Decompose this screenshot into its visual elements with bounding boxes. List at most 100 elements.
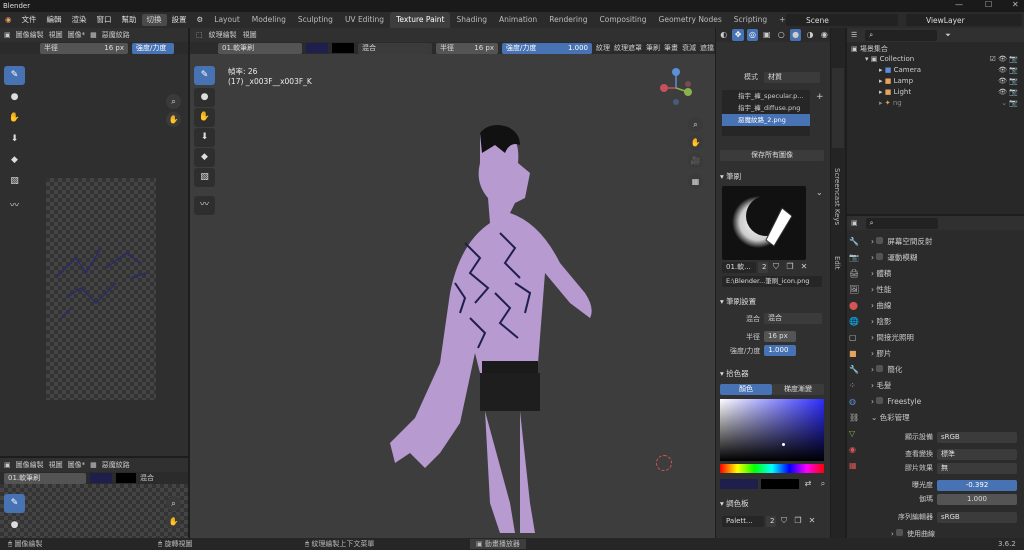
render-tab-icon[interactable]: 📷 — [849, 250, 863, 266]
brush-name-field[interactable]: 01.軟... — [722, 261, 756, 273]
tab-animation[interactable]: Animation — [493, 12, 543, 28]
tab-scripting[interactable]: Scripting — [728, 12, 773, 28]
bottom-image-menu[interactable]: 圖像* — [68, 460, 86, 470]
close-button[interactable]: ✕ — [1012, 0, 1019, 9]
fill-tool[interactable]: ◆ — [4, 151, 25, 170]
menu-texture-mask[interactable]: 紋理遮罩 — [614, 43, 642, 53]
brush-users-count[interactable]: 2 — [758, 261, 768, 273]
menu-file[interactable]: 文件 — [17, 12, 42, 28]
image-canvas[interactable]: ✎ ● ✋ ⬇ ◆ ▧ 〰 ⌕ ✋ — [0, 54, 188, 456]
brush-browse-icon[interactable]: ⌄ — [816, 188, 823, 197]
primary-color-swatch[interactable] — [306, 43, 328, 53]
bottom-image-name[interactable]: 惡魔紋路 — [102, 460, 130, 470]
tab-compositing[interactable]: Compositing — [594, 12, 653, 28]
duplicate-icon[interactable]: ❐ — [792, 515, 804, 527]
tab-tool[interactable] — [832, 68, 844, 148]
bottom-view-menu[interactable]: 視圖 — [49, 460, 63, 470]
menu-brush[interactable]: 筆刷 — [646, 43, 660, 53]
palette-section-header[interactable]: ▾ 調色板 — [720, 498, 749, 509]
soften-tool[interactable]: ● — [4, 516, 25, 535]
strength-field[interactable]: 強度/力度 1.000 — [502, 42, 592, 54]
outliner-search-input[interactable]: ⌕ — [865, 29, 938, 41]
scene-selector[interactable]: Scene — [786, 14, 898, 26]
editor-type-icon[interactable]: ▣ — [4, 461, 11, 469]
tool-tab-icon[interactable]: 🔧 — [849, 234, 863, 250]
zoom-icon[interactable]: ⌕ — [166, 496, 181, 511]
outliner-row[interactable]: ▸ ✦ ng ⌄ 📷 — [851, 99, 1024, 110]
section-hair[interactable]: › 毛髮 — [871, 378, 1021, 394]
shading-material-icon[interactable]: ◑ — [804, 29, 815, 41]
object-tab-icon[interactable]: ■ — [849, 346, 863, 362]
menu-edit[interactable]: 編輯 — [42, 12, 67, 28]
fake-user-icon[interactable]: ⛉ — [770, 261, 782, 273]
soften-tool[interactable]: ● — [4, 88, 25, 107]
add-slot-icon[interactable]: + — [816, 92, 824, 102]
language-toggle-button[interactable]: 切換 — [141, 14, 167, 26]
view-layer-tab-icon[interactable]: 🖼 — [849, 282, 863, 298]
scene-tab-icon[interactable]: ⬤ — [849, 298, 863, 314]
zoom-icon[interactable]: ⌕ — [166, 94, 181, 109]
swap-colors-icon[interactable]: ⇄ — [802, 478, 814, 490]
bottom-brush-field[interactable]: 01.軟筆刷 — [4, 472, 86, 484]
bottom-secondary-swatch[interactable] — [116, 473, 136, 483]
color-cursor[interactable] — [782, 443, 785, 446]
image-menu[interactable]: 圖像* — [68, 30, 86, 40]
editor-type-icon[interactable]: ☰ — [851, 31, 857, 39]
brush-preview[interactable] — [722, 186, 806, 260]
brush-icon-path[interactable]: E:\Blender...筆刷_icon.png — [722, 276, 822, 287]
menu-window[interactable]: 窗口 — [92, 12, 117, 28]
maximize-button[interactable]: ☐ — [985, 0, 992, 9]
outliner-row[interactable]: ▸ ■ Light 👁 📷 — [851, 88, 1024, 99]
blend-select[interactable]: 混合 — [764, 313, 822, 324]
scene-collection-row[interactable]: ▣ 場景集合 — [851, 44, 1024, 55]
primary-color-swatch[interactable] — [720, 479, 758, 489]
status-animation-player[interactable]: ▣ 動畫播放器 — [470, 539, 526, 549]
shading-rendered-icon[interactable]: ◉ — [819, 29, 830, 41]
pan-hand-icon[interactable]: ✋ — [688, 135, 703, 150]
tab-shading[interactable]: Shading — [450, 12, 492, 28]
image-browse-icon[interactable]: ▦ — [90, 461, 97, 469]
image-view-menu[interactable]: 視圖 — [49, 30, 63, 40]
gamma-field[interactable]: 1.000 — [937, 493, 1017, 505]
eyedropper-icon[interactable]: ⌕ — [817, 478, 829, 490]
grid-perspective-icon[interactable]: ▦ — [688, 174, 703, 189]
menu-falloff[interactable]: 衰減 — [682, 43, 696, 53]
image-name-field[interactable]: 惡魔紋路 — [102, 30, 130, 40]
soften-tool[interactable]: ● — [194, 88, 215, 107]
texture-slot[interactable]: 指宇_褲_diffuse.png — [722, 102, 810, 114]
look-select[interactable]: 無 — [937, 462, 1017, 474]
menu-render[interactable]: 渲染 — [67, 12, 92, 28]
menu-texture[interactable]: 紋理 — [596, 43, 610, 53]
radius-field[interactable]: 半徑 16 px — [436, 42, 498, 54]
viewport-mode-select[interactable]: 紋理繪製 — [209, 30, 237, 40]
navigation-gizmo[interactable] — [654, 66, 698, 110]
mode-select[interactable]: 材質 — [764, 71, 820, 83]
section-shadows[interactable]: › 陰影 — [871, 314, 1021, 330]
pan-hand-icon[interactable]: ✋ — [166, 514, 181, 529]
filter-icon[interactable]: ⏷ — [945, 31, 951, 40]
world-tab-icon[interactable]: 🌐 — [849, 314, 863, 330]
draw-brush-tool[interactable]: ✎ — [4, 66, 25, 85]
palette-users-count[interactable]: 2 — [766, 515, 776, 527]
menu-help[interactable]: 幫助 — [117, 12, 142, 28]
menu-occlusion[interactable]: 遮擋 — [700, 43, 714, 53]
texture-slot-list[interactable]: 指宇_褲_specular.p... 指宇_褲_diffuse.png 惡魔紋路… — [722, 90, 810, 136]
draw-brush-tool[interactable]: ✎ — [4, 494, 25, 513]
xray-icon[interactable]: ▣ — [761, 29, 772, 41]
physics-tab-icon[interactable]: ◍ — [849, 394, 863, 410]
viewport-view-menu[interactable]: 視圖 — [243, 30, 257, 40]
tab-modeling[interactable]: Modeling — [246, 12, 292, 28]
bottom-blend-select[interactable]: 混合 — [140, 473, 154, 483]
settings-menu[interactable]: 設置 — [167, 12, 192, 28]
constraints-tab-icon[interactable]: ⛓ — [849, 410, 863, 426]
blender-logo-icon[interactable]: ◉ — [0, 12, 17, 28]
section-simplify[interactable]: › 簡化 — [871, 362, 1021, 378]
smear-tool[interactable]: ✋ — [4, 109, 25, 128]
draw-brush-tool[interactable]: ✎ — [194, 66, 215, 85]
exposure-field[interactable]: -0.392 — [937, 479, 1017, 491]
tab-uv-editing[interactable]: UV Editing — [339, 12, 390, 28]
modifier-tab-icon[interactable]: 🔧 — [849, 362, 863, 378]
annotate-tool[interactable]: 〰 — [4, 197, 25, 216]
tab-texture-paint[interactable]: Texture Paint — [390, 12, 451, 28]
clone-tool[interactable]: ⬇ — [4, 130, 25, 149]
